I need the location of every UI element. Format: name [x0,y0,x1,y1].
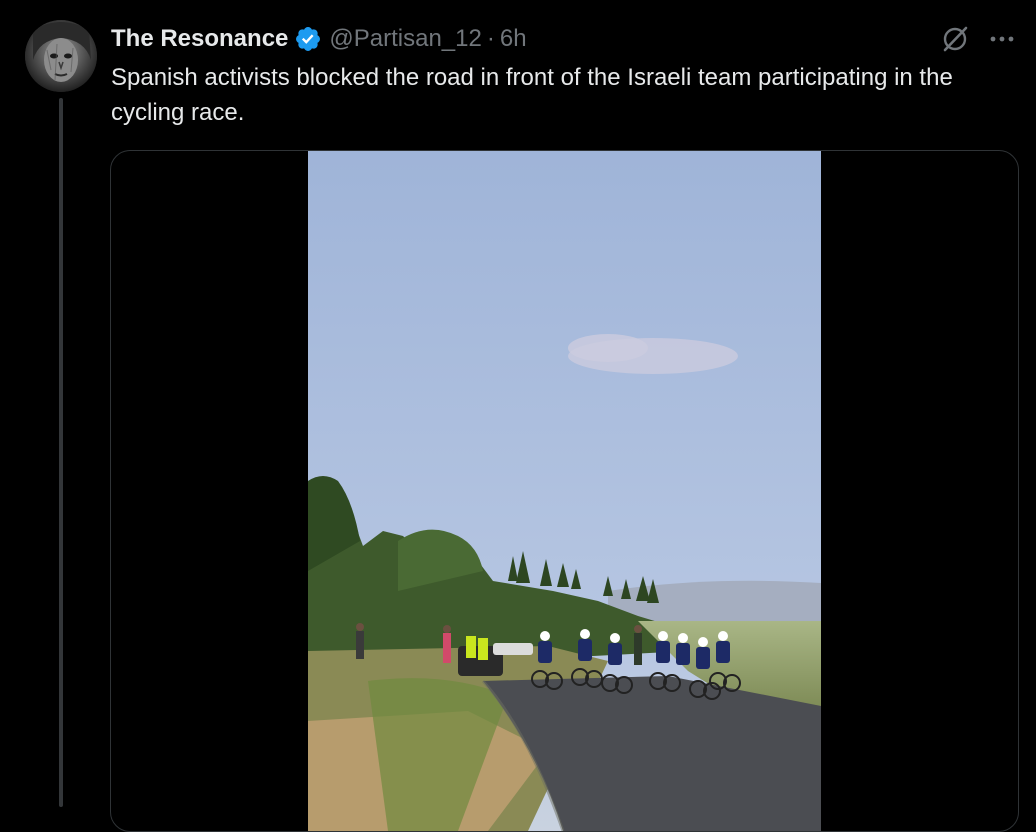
more-options-icon[interactable] [987,24,1017,54]
display-name[interactable]: The Resonance [111,25,288,53]
timestamp[interactable]: 6h [500,25,527,53]
video-frame[interactable] [308,151,821,831]
thread-line [59,98,63,807]
tweet[interactable]: The Resonance @Partisan_12 · 6h Spanish … [0,0,1036,832]
grok-icon[interactable] [940,24,970,54]
verified-badge-icon[interactable] [294,25,322,53]
video-player[interactable] [110,150,1019,832]
post-header: The Resonance @Partisan_12 · 6h [111,22,527,56]
separator-dot: · [486,25,495,52]
avatar[interactable] [25,20,97,92]
post-text: Spanish activists blocked the road in fr… [111,64,953,126]
handle[interactable]: @Partisan_12 [329,25,481,53]
